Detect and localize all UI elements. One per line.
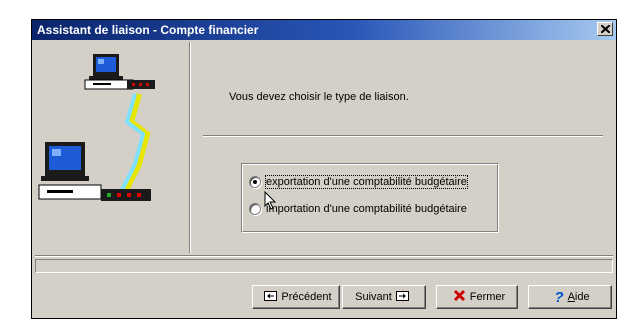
title-bar[interactable]: Assistant de liaison - Compte financier <box>32 20 616 40</box>
wizard-window: Assistant de liaison - Compte financier <box>31 19 617 319</box>
computer-icon <box>84 54 155 90</box>
previous-button[interactable]: Précédent <box>252 285 340 309</box>
close-button[interactable]: Fermer <box>436 285 518 309</box>
status-bar <box>35 259 613 273</box>
next-button[interactable]: Suivant <box>342 285 426 309</box>
option-import[interactable]: importation d'une comptabilité budgétair… <box>249 203 467 215</box>
mouse-pointer-icon <box>264 191 277 210</box>
instruction-text: Vous devez choisir le type de liaison. <box>229 91 409 103</box>
export-label[interactable]: exportation d'une comptabilité budgétair… <box>265 175 468 189</box>
import-radio[interactable] <box>249 203 261 215</box>
lightning-link-icon <box>119 93 151 194</box>
vertical-separator <box>189 42 191 253</box>
window-title: Assistant de liaison - Compte financier <box>37 23 259 37</box>
bottom-separator <box>35 255 613 257</box>
next-icon <box>395 290 409 304</box>
import-label[interactable]: importation d'une comptabilité budgétair… <box>266 203 467 215</box>
close-label: Fermer <box>469 291 506 303</box>
horizontal-separator <box>203 135 603 137</box>
option-export[interactable]: exportation d'une comptabilité budgétair… <box>249 175 468 189</box>
content-panel: Vous devez choisir le type de liaison. e… <box>192 42 614 253</box>
previous-label: Précédent <box>281 291 332 303</box>
network-link-illustration <box>38 54 155 201</box>
red-x-icon <box>453 289 466 305</box>
link-type-group: exportation d'une comptabilité budgétair… <box>241 163 499 233</box>
help-button[interactable]: ? Aide <box>528 285 612 309</box>
close-window-button[interactable] <box>597 22 613 36</box>
close-icon <box>601 25 610 33</box>
question-mark-icon: ? <box>554 288 564 306</box>
help-label: Aide <box>567 291 590 303</box>
previous-icon <box>264 290 278 304</box>
illustration-panel <box>35 42 185 253</box>
export-radio[interactable] <box>249 176 261 188</box>
next-label: Suivant <box>355 291 392 303</box>
